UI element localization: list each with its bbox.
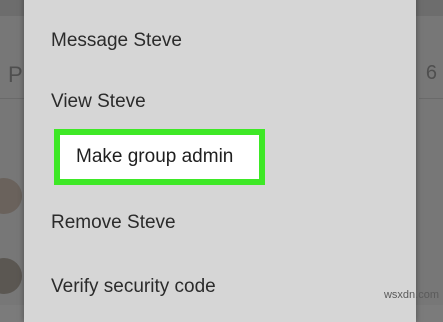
background-divider: [0, 98, 24, 99]
menu-item-verify-security-code[interactable]: Verify security code: [51, 272, 216, 302]
menu-item-make-group-admin-label: Make group admin: [76, 146, 234, 167]
menu-item-view-contact[interactable]: View Steve: [51, 87, 146, 117]
background-partial-count: 6: [425, 62, 437, 84]
menu-item-message[interactable]: Message Steve: [51, 26, 182, 56]
background-avatar: [0, 258, 22, 294]
menu-item-make-group-admin[interactable]: Make group admin: [54, 129, 265, 185]
background-partial-text: P: [8, 62, 23, 87]
background-avatar: [0, 178, 22, 214]
watermark: wsxdn.com: [383, 289, 439, 301]
background-divider: [419, 98, 443, 99]
participant-context-menu: Message Steve View Steve Make group admi…: [24, 0, 416, 322]
menu-item-remove[interactable]: Remove Steve: [51, 208, 176, 238]
